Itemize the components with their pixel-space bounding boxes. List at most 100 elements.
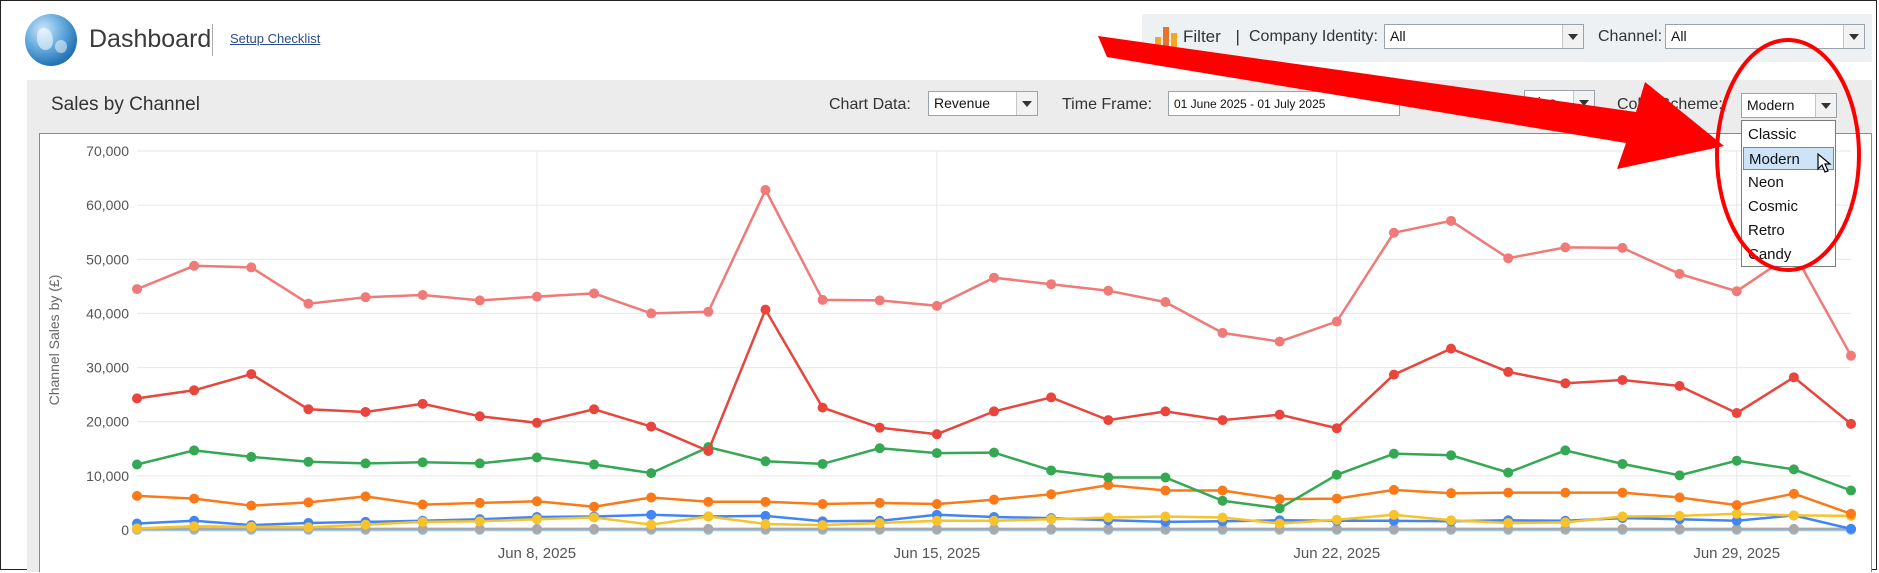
data-point <box>1617 511 1628 522</box>
header-divider <box>212 24 213 56</box>
data-point <box>989 447 999 458</box>
data-point <box>246 451 257 462</box>
color-scheme-value: Modern <box>1747 97 1795 113</box>
data-point <box>132 523 142 534</box>
dropdown-option-classic[interactable]: Classic <box>1743 123 1834 146</box>
chevron-down-icon[interactable] <box>1016 92 1037 115</box>
filter-button[interactable]: Filter | <box>1183 27 1250 47</box>
sales-line-chart: 70,000 60,000 50,000 40,000 30,000 20,000 10,0… <box>46 143 1856 562</box>
data-point <box>989 272 999 283</box>
data-point <box>1160 406 1171 417</box>
data-point <box>703 523 714 534</box>
company-identity-value: All <box>1390 28 1406 44</box>
data-point <box>189 260 200 271</box>
data-point <box>417 499 428 510</box>
data-point <box>189 385 200 396</box>
data-point <box>1674 268 1685 279</box>
chart-data-select[interactable]: Revenue <box>928 91 1038 116</box>
data-point <box>246 369 257 380</box>
data-point <box>1274 518 1285 529</box>
data-point <box>132 393 142 404</box>
data-point <box>931 429 942 440</box>
graph-type-select[interactable]: Line <box>1524 90 1595 115</box>
data-point <box>1674 523 1685 534</box>
data-point <box>1788 523 1799 534</box>
data-point <box>246 521 257 532</box>
data-point <box>1217 495 1228 506</box>
series-line <box>136 306 1852 453</box>
data-point <box>1274 409 1285 420</box>
data-point <box>1846 508 1856 519</box>
data-point <box>817 520 828 531</box>
channel-select[interactable]: All <box>1665 24 1865 49</box>
data-point <box>1560 378 1571 389</box>
data-point <box>1503 467 1514 478</box>
data-point <box>1274 494 1285 505</box>
data-point <box>1160 472 1171 483</box>
x-tick-label: Jun 15, 2025 <box>893 545 980 562</box>
data-point <box>703 511 714 522</box>
data-point <box>531 417 542 428</box>
data-point <box>1446 488 1457 499</box>
data-point <box>1388 484 1399 495</box>
data-point <box>874 443 885 454</box>
data-point <box>589 459 600 470</box>
data-point <box>1846 418 1856 429</box>
data-point <box>989 406 999 417</box>
data-point <box>474 458 485 469</box>
dropdown-option-retro[interactable]: Retro <box>1743 219 1834 242</box>
data-point <box>817 499 828 510</box>
data-point <box>760 456 771 467</box>
y-tick-label: 30,000 <box>86 360 129 376</box>
chevron-down-icon[interactable] <box>1562 25 1583 48</box>
data-point <box>646 308 657 319</box>
color-scheme-dropdown: Classic Modern Neon Cosmic Retro Candy <box>1741 120 1836 267</box>
data-point <box>303 522 314 533</box>
bar-chart-filter-icon[interactable] <box>1153 27 1179 49</box>
data-point <box>1731 500 1742 511</box>
data-point <box>1046 279 1057 290</box>
data-point <box>1617 375 1628 386</box>
data-point <box>589 404 600 415</box>
data-point <box>1503 517 1514 528</box>
y-tick-label: 40,000 <box>86 305 129 321</box>
data-point <box>132 284 142 295</box>
setup-checklist-link[interactable]: Setup Checklist <box>230 31 320 46</box>
data-point <box>589 501 600 512</box>
data-point <box>1446 515 1457 526</box>
company-identity-label: Company Identity: <box>1249 28 1378 45</box>
data-point <box>1731 286 1742 297</box>
chevron-down-icon[interactable] <box>1815 94 1836 117</box>
data-point <box>703 445 714 456</box>
graph-type-value: Line <box>1530 94 1557 110</box>
y-tick-label: 10,000 <box>86 468 129 484</box>
data-point <box>1503 366 1514 377</box>
data-point <box>1103 512 1114 523</box>
company-identity-select[interactable]: All <box>1384 24 1584 49</box>
data-point <box>1217 485 1228 496</box>
data-point <box>1617 242 1628 253</box>
data-point <box>1617 487 1628 498</box>
chevron-down-icon[interactable] <box>1573 91 1594 114</box>
data-point <box>1788 464 1799 475</box>
channel-label: Channel: <box>1598 28 1663 45</box>
data-point <box>360 491 371 502</box>
dropdown-option-candy[interactable]: Candy <box>1743 243 1834 266</box>
time-frame-input[interactable]: 01 June 2025 - 01 July 2025 <box>1168 91 1400 116</box>
data-point <box>360 519 371 530</box>
data-point <box>1160 485 1171 496</box>
dropdown-option-cosmic[interactable]: Cosmic <box>1743 195 1834 218</box>
data-point <box>1103 472 1114 483</box>
data-point <box>1103 285 1114 296</box>
color-scheme-select[interactable]: Modern <box>1741 93 1837 118</box>
data-point <box>531 496 542 507</box>
chevron-down-icon[interactable] <box>1843 25 1864 48</box>
data-point <box>1103 523 1114 534</box>
data-point <box>1331 316 1342 327</box>
chart-data-label: Chart Data: <box>829 96 911 113</box>
data-point <box>1788 372 1799 383</box>
data-point <box>417 457 428 468</box>
data-point <box>1046 514 1057 525</box>
data-point <box>1846 350 1856 361</box>
data-point <box>303 404 314 415</box>
